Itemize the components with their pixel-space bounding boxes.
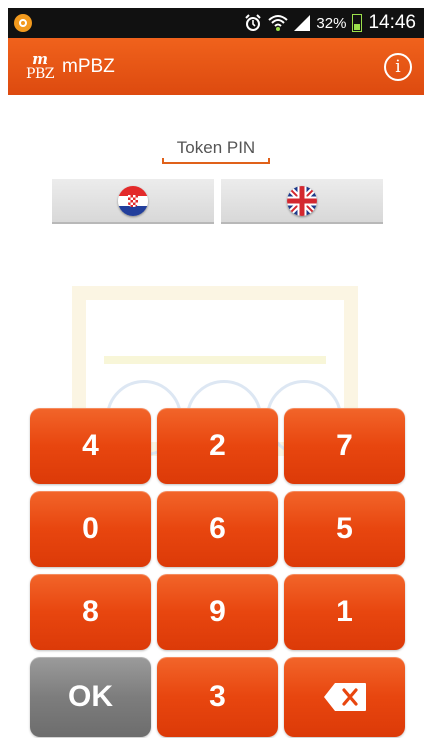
language-croatian-button[interactable] bbox=[52, 179, 214, 224]
pin-label: Token PIN bbox=[176, 138, 256, 157]
pbz-logo: m PBZ bbox=[24, 49, 56, 85]
uk-flag-icon bbox=[287, 185, 317, 216]
clock: 14:46 bbox=[368, 12, 416, 33]
pin-field[interactable]: Token PIN bbox=[162, 134, 270, 164]
key-button[interactable]: 8 bbox=[30, 574, 151, 650]
logo-mark: m bbox=[32, 50, 48, 68]
language-english-button[interactable] bbox=[221, 179, 383, 224]
logo-text: PBZ bbox=[26, 66, 54, 82]
key-button[interactable]: 7 bbox=[284, 408, 405, 484]
wifi-icon bbox=[268, 15, 289, 31]
key-button[interactable]: 9 bbox=[157, 574, 278, 650]
signal-icon bbox=[294, 15, 311, 31]
key-button[interactable]: 4 bbox=[30, 408, 151, 484]
status-indicators: 32% 14:46 bbox=[244, 12, 416, 34]
app-title: mPBZ bbox=[62, 55, 115, 77]
notification-app-icon bbox=[14, 14, 32, 32]
info-glyph: i bbox=[395, 56, 401, 77]
battery-icon bbox=[352, 14, 363, 32]
key-button[interactable]: 5 bbox=[284, 491, 405, 567]
pin-keypad: 4 2 7 0 6 5 8 9 1 OK 3 bbox=[30, 408, 406, 738]
alarm-icon bbox=[245, 14, 262, 31]
ok-button[interactable]: OK bbox=[30, 657, 151, 737]
info-icon[interactable]: i bbox=[384, 52, 412, 81]
key-button[interactable]: 1 bbox=[284, 574, 405, 650]
battery-percent: 32% bbox=[316, 14, 347, 32]
key-button[interactable]: 0 bbox=[30, 491, 151, 567]
app-bar: m PBZ mPBZ i bbox=[8, 38, 424, 95]
key-button[interactable]: 3 bbox=[157, 657, 278, 737]
key-button[interactable]: 2 bbox=[157, 408, 278, 484]
backspace-icon bbox=[323, 683, 366, 711]
status-bar: 32% 14:46 bbox=[8, 8, 424, 38]
backspace-button[interactable] bbox=[284, 657, 405, 737]
croatian-flag-icon bbox=[118, 185, 148, 216]
key-button[interactable]: 6 bbox=[157, 491, 278, 567]
